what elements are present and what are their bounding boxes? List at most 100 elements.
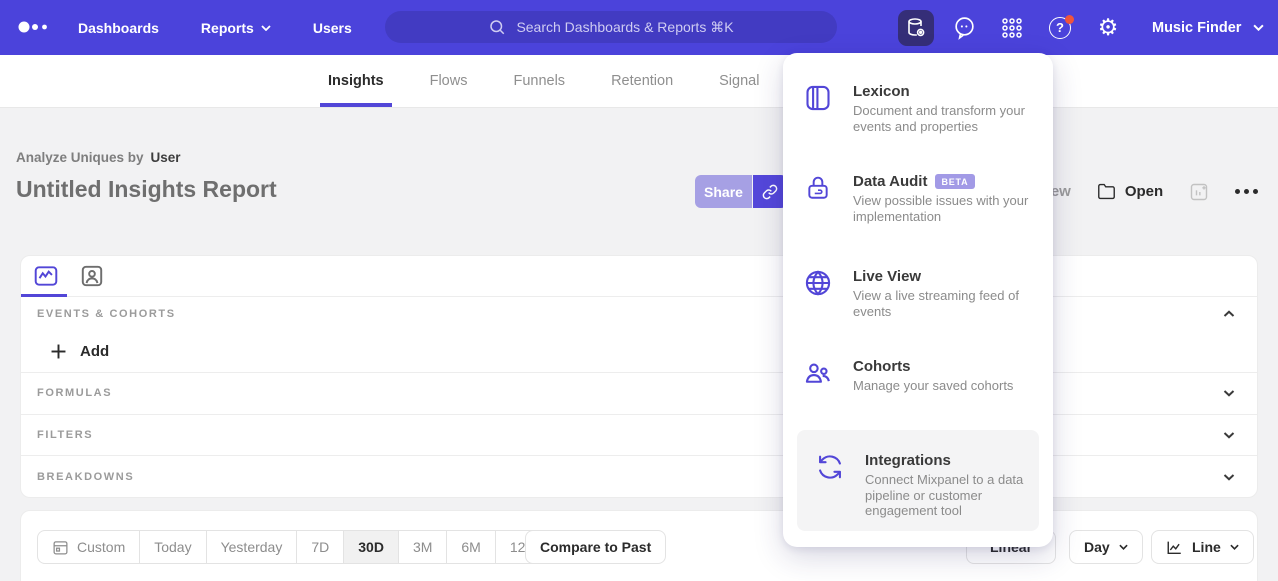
nav-dashboards[interactable]: Dashboards [78,20,159,36]
range-30d[interactable]: 30D [344,531,399,563]
menu-item-title: Lexicon [853,83,1033,100]
events-cohorts-section[interactable]: EVENTS & COHORTS [21,297,1257,330]
menu-item-live-view[interactable]: Live View View a live streaming feed of … [803,268,1033,319]
menu-item-description: View possible issues with your implement… [853,193,1033,224]
notification-dot [1065,15,1074,24]
range-today[interactable]: Today [140,531,206,563]
tab-insights[interactable]: Insights [328,55,384,107]
granularity-dropdown[interactable]: Day [1069,530,1143,564]
menu-item-title: Live View [853,268,1033,285]
calendar-icon [52,539,69,556]
feedback-icon[interactable] [946,10,982,46]
nav-dashboards-label: Dashboards [78,20,159,36]
share-button-group: Share [695,175,787,208]
globe-icon [803,269,833,319]
people-icon [803,359,833,394]
lock-icon [803,174,833,224]
open-label: Open [1125,183,1163,200]
chart-type-dropdown[interactable]: Line [1151,530,1254,564]
data-management-menu: Lexicon Document and transform your even… [783,53,1053,547]
nav-utility-icons: ? ⚙ [898,0,1126,55]
chevron-down-icon [1223,389,1235,397]
query-builder-card: EVENTS & COHORTS Add FORMULAS FILTERS BR… [20,255,1258,498]
filters-section[interactable]: FILTERS [21,414,1257,456]
breakdowns-label: BREAKDOWNS [37,471,134,483]
chevron-down-icon [1119,544,1128,550]
menu-item-cohorts[interactable]: Cohorts Manage your saved cohorts [803,358,1033,394]
range-6m[interactable]: 6M [447,531,495,563]
settings-gear-icon[interactable]: ⚙ [1090,10,1126,46]
menu-item-description: Connect Mixpanel to a data pipeline or c… [865,472,1039,519]
beta-badge: BETA [935,174,974,189]
nav-reports-label: Reports [201,20,254,36]
add-to-dashboard-icon[interactable] [1189,182,1209,202]
mixpanel-logo-icon[interactable] [18,21,50,33]
nav-reports[interactable]: Reports [201,20,271,36]
search-input[interactable]: Search Dashboards & Reports ⌘K [385,11,837,43]
formulas-section[interactable]: FORMULAS [21,372,1257,414]
menu-item-lexicon[interactable]: Lexicon Document and transform your even… [803,83,1033,134]
menu-item-data-audit[interactable]: Data Audit BETA View possible issues wit… [803,173,1033,224]
link-icon [762,184,778,200]
sync-icon [815,453,845,531]
report-actions: New Open [1040,175,1258,208]
builder-view-tabs [21,256,1257,297]
events-view-tab-chart-icon[interactable] [33,263,59,289]
events-cohorts-label: EVENTS & COHORTS [37,308,176,320]
menu-item-integrations[interactable]: Integrations Connect Mixpanel to a data … [797,430,1039,531]
nav-users-label: Users [313,20,352,36]
folder-icon [1097,183,1116,200]
filters-label: FILTERS [37,429,93,441]
share-button[interactable]: Share [695,175,752,208]
add-event-button[interactable]: Add [21,330,1257,372]
help-icon[interactable]: ? [1042,10,1078,46]
chevron-down-icon [1230,544,1239,550]
primary-nav: Dashboards Reports Users [78,0,352,55]
mixpanel-insights-page: Dashboards Reports Users Search Dashboar… [0,0,1278,581]
chevron-down-icon [1253,24,1264,31]
compare-to-past-button[interactable]: Compare to Past [525,530,666,564]
menu-item-description: Manage your saved cohorts [853,378,1013,394]
project-name: Music Finder [1152,20,1241,36]
tab-retention[interactable]: Retention [611,55,673,107]
search-icon [488,18,506,36]
report-tabbar: Insights Flows Funnels Retention Signal … [0,55,1278,108]
breakdowns-section[interactable]: BREAKDOWNS [21,455,1257,497]
menu-item-title: Cohorts [853,358,1013,375]
data-management-icon[interactable] [898,10,934,46]
chevron-down-icon [1223,431,1235,439]
tab-funnels[interactable]: Funnels [513,55,565,107]
tab-flows[interactable]: Flows [430,55,468,107]
book-icon [803,84,833,134]
chevron-up-icon[interactable] [1223,310,1235,318]
search-placeholder: Search Dashboards & Reports ⌘K [516,19,733,36]
apps-grid-icon[interactable] [994,10,1030,46]
line-chart-icon [1166,540,1183,555]
menu-item-description: View a live streaming feed of events [853,288,1033,319]
analyze-entity-selector[interactable]: User [151,150,181,165]
chevron-down-icon [261,25,271,31]
analyze-label: Analyze Uniques by [16,150,144,165]
analyze-line: Analyze Uniques by User [16,150,181,165]
formulas-label: FORMULAS [37,387,112,399]
top-nav: Dashboards Reports Users Search Dashboar… [0,0,1278,55]
menu-item-description: Document and transform your events and p… [853,103,1033,134]
range-3m[interactable]: 3M [399,531,447,563]
project-switcher[interactable]: Music Finder [1152,0,1264,55]
range-custom[interactable]: Custom [38,531,140,563]
range-7d[interactable]: 7D [297,531,344,563]
more-options-icon[interactable] [1235,189,1258,194]
users-view-tab-person-icon[interactable] [79,263,105,289]
plus-icon [51,344,66,359]
chart-toolbar-card: Custom Today Yesterday 7D 30D 3M 6M 12M … [20,510,1258,581]
tab-signal[interactable]: Signal [719,55,759,107]
menu-item-title: Integrations [865,452,1039,469]
date-range-segmented-control: Custom Today Yesterday 7D 30D 3M 6M 12M [37,530,552,564]
chevron-down-icon [1223,473,1235,481]
add-label: Add [80,343,109,360]
nav-users[interactable]: Users [313,20,352,36]
copy-link-button[interactable] [753,175,787,208]
page-title: Untitled Insights Report [16,176,277,203]
open-report-button[interactable]: Open [1097,183,1163,200]
range-yesterday[interactable]: Yesterday [207,531,298,563]
